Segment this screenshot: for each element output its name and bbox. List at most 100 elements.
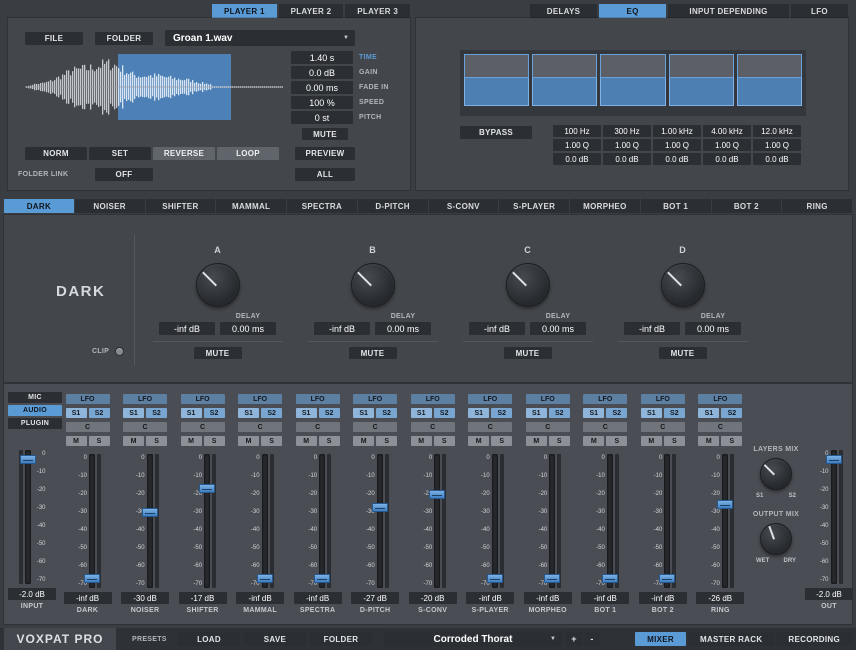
s1-button[interactable]: S1 <box>66 408 87 418</box>
all-button[interactable]: ALL <box>295 168 355 181</box>
fader-handle[interactable] <box>717 500 733 509</box>
mute-button[interactable]: M <box>526 436 547 446</box>
pan-center-button[interactable]: C <box>123 422 167 432</box>
s1-button[interactable]: S1 <box>583 408 604 418</box>
slot-level-field[interactable]: -inf dB <box>624 322 680 335</box>
fader[interactable] <box>607 454 613 588</box>
tab-spectra[interactable]: SPECTRA <box>287 199 357 213</box>
eq-q-field[interactable]: 1.00 Q <box>703 139 751 151</box>
pan-center-button[interactable]: C <box>353 422 397 432</box>
slot-delay-field[interactable]: 0.00 ms <box>685 322 741 335</box>
eq-freq-field[interactable]: 100 Hz <box>553 125 601 137</box>
param-value-field[interactable]: 0.0 dB <box>291 66 353 79</box>
tab-morpheo[interactable]: MORPHEO <box>570 199 640 213</box>
fader-handle[interactable] <box>372 503 388 512</box>
mute-button[interactable]: M <box>411 436 432 446</box>
fader[interactable] <box>664 454 670 588</box>
slot-delay-field[interactable]: 0.00 ms <box>375 322 431 335</box>
tab-input-depending[interactable]: INPUT DEPENDING <box>668 4 789 18</box>
eq-gain-field[interactable]: 0.0 dB <box>703 153 751 165</box>
pan-center-button[interactable]: C <box>641 422 685 432</box>
eq-band[interactable] <box>464 54 529 112</box>
s1-button[interactable]: S1 <box>123 408 144 418</box>
fader[interactable] <box>319 454 325 588</box>
solo-button[interactable]: S <box>89 436 110 446</box>
master-rack-button[interactable]: MASTER RACK <box>688 632 774 646</box>
eq-freq-field[interactable]: 1.00 kHz <box>653 125 701 137</box>
fader-handle[interactable] <box>20 455 36 464</box>
mute-button[interactable]: M <box>468 436 489 446</box>
pan-center-button[interactable]: C <box>583 422 627 432</box>
lfo-button[interactable]: LFO <box>698 394 742 404</box>
pan-center-button[interactable]: C <box>411 422 455 432</box>
mute-button[interactable]: M <box>296 436 317 446</box>
mute-button[interactable]: M <box>353 436 374 446</box>
fader[interactable] <box>492 454 498 588</box>
lfo-button[interactable]: LFO <box>181 394 225 404</box>
tab-ring[interactable]: RING <box>782 199 852 213</box>
s2-button[interactable]: S2 <box>491 408 512 418</box>
mute-button[interactable]: M <box>66 436 87 446</box>
eq-freq-field[interactable]: 12.0 kHz <box>753 125 801 137</box>
tab-s-conv[interactable]: S-CONV <box>429 199 499 213</box>
fader-handle[interactable] <box>429 490 445 499</box>
lfo-button[interactable]: LFO <box>66 394 110 404</box>
s2-button[interactable]: S2 <box>376 408 397 418</box>
lfo-button[interactable]: LFO <box>411 394 455 404</box>
channel-level-field[interactable]: -17 dB <box>179 592 227 604</box>
mute-button[interactable]: M <box>238 436 259 446</box>
solo-button[interactable]: S <box>319 436 340 446</box>
solo-button[interactable]: S <box>721 436 742 446</box>
tab-player-3[interactable]: PLAYER 3 <box>345 4 410 18</box>
loop-button[interactable]: LOOP <box>217 147 279 160</box>
channel-level-field[interactable]: -inf dB <box>64 592 112 604</box>
channel-level-field[interactable]: -2.0 dB <box>8 588 56 600</box>
fader[interactable] <box>549 454 555 588</box>
mic-button[interactable]: MIC <box>8 392 62 403</box>
player-mute-button[interactable]: MUTE <box>302 128 348 140</box>
slot-knob[interactable] <box>661 263 705 307</box>
channel-level-field[interactable]: -inf dB <box>639 592 687 604</box>
s1-button[interactable]: S1 <box>181 408 202 418</box>
slot-level-field[interactable]: -inf dB <box>469 322 525 335</box>
solo-button[interactable]: S <box>549 436 570 446</box>
fader-handle[interactable] <box>826 455 842 464</box>
fader-handle[interactable] <box>487 574 503 583</box>
waveform-display[interactable] <box>25 54 283 120</box>
s2-button[interactable]: S2 <box>721 408 742 418</box>
reverse-button[interactable]: REVERSE <box>153 147 215 160</box>
fader[interactable] <box>434 454 440 588</box>
pan-center-button[interactable]: C <box>296 422 340 432</box>
fader[interactable] <box>25 450 31 584</box>
fader[interactable] <box>722 454 728 588</box>
tab-shifter[interactable]: SHIFTER <box>146 199 216 213</box>
preset-folder-button[interactable]: FOLDER <box>310 632 372 646</box>
s2-button[interactable]: S2 <box>319 408 340 418</box>
fader[interactable] <box>262 454 268 588</box>
solo-button[interactable]: S <box>146 436 167 446</box>
s1-button[interactable]: S1 <box>468 408 489 418</box>
slot-level-field[interactable]: -inf dB <box>314 322 370 335</box>
preview-button[interactable]: PREVIEW <box>295 147 355 160</box>
eq-gain-field[interactable]: 0.0 dB <box>553 153 601 165</box>
param-value-field[interactable]: 100 % <box>291 96 353 109</box>
lfo-button[interactable]: LFO <box>468 394 512 404</box>
solo-button[interactable]: S <box>376 436 397 446</box>
s1-button[interactable]: S1 <box>353 408 374 418</box>
channel-level-field[interactable]: -27 dB <box>351 592 399 604</box>
pan-center-button[interactable]: C <box>698 422 742 432</box>
norm-button[interactable]: NORM <box>25 147 87 160</box>
save-button[interactable]: SAVE <box>244 632 306 646</box>
lfo-button[interactable]: LFO <box>641 394 685 404</box>
param-value-field[interactable]: 0 st <box>291 111 353 124</box>
mixer-button[interactable]: MIXER <box>635 632 686 646</box>
channel-level-field[interactable]: -26 dB <box>696 592 744 604</box>
load-button[interactable]: LOAD <box>178 632 240 646</box>
channel-level-field[interactable]: -inf dB <box>466 592 514 604</box>
fader-handle[interactable] <box>142 508 158 517</box>
s1-button[interactable]: S1 <box>411 408 432 418</box>
lfo-button[interactable]: LFO <box>296 394 340 404</box>
tab-delays[interactable]: DELAYS <box>530 4 597 18</box>
fader[interactable] <box>89 454 95 588</box>
slot-knob[interactable] <box>196 263 240 307</box>
